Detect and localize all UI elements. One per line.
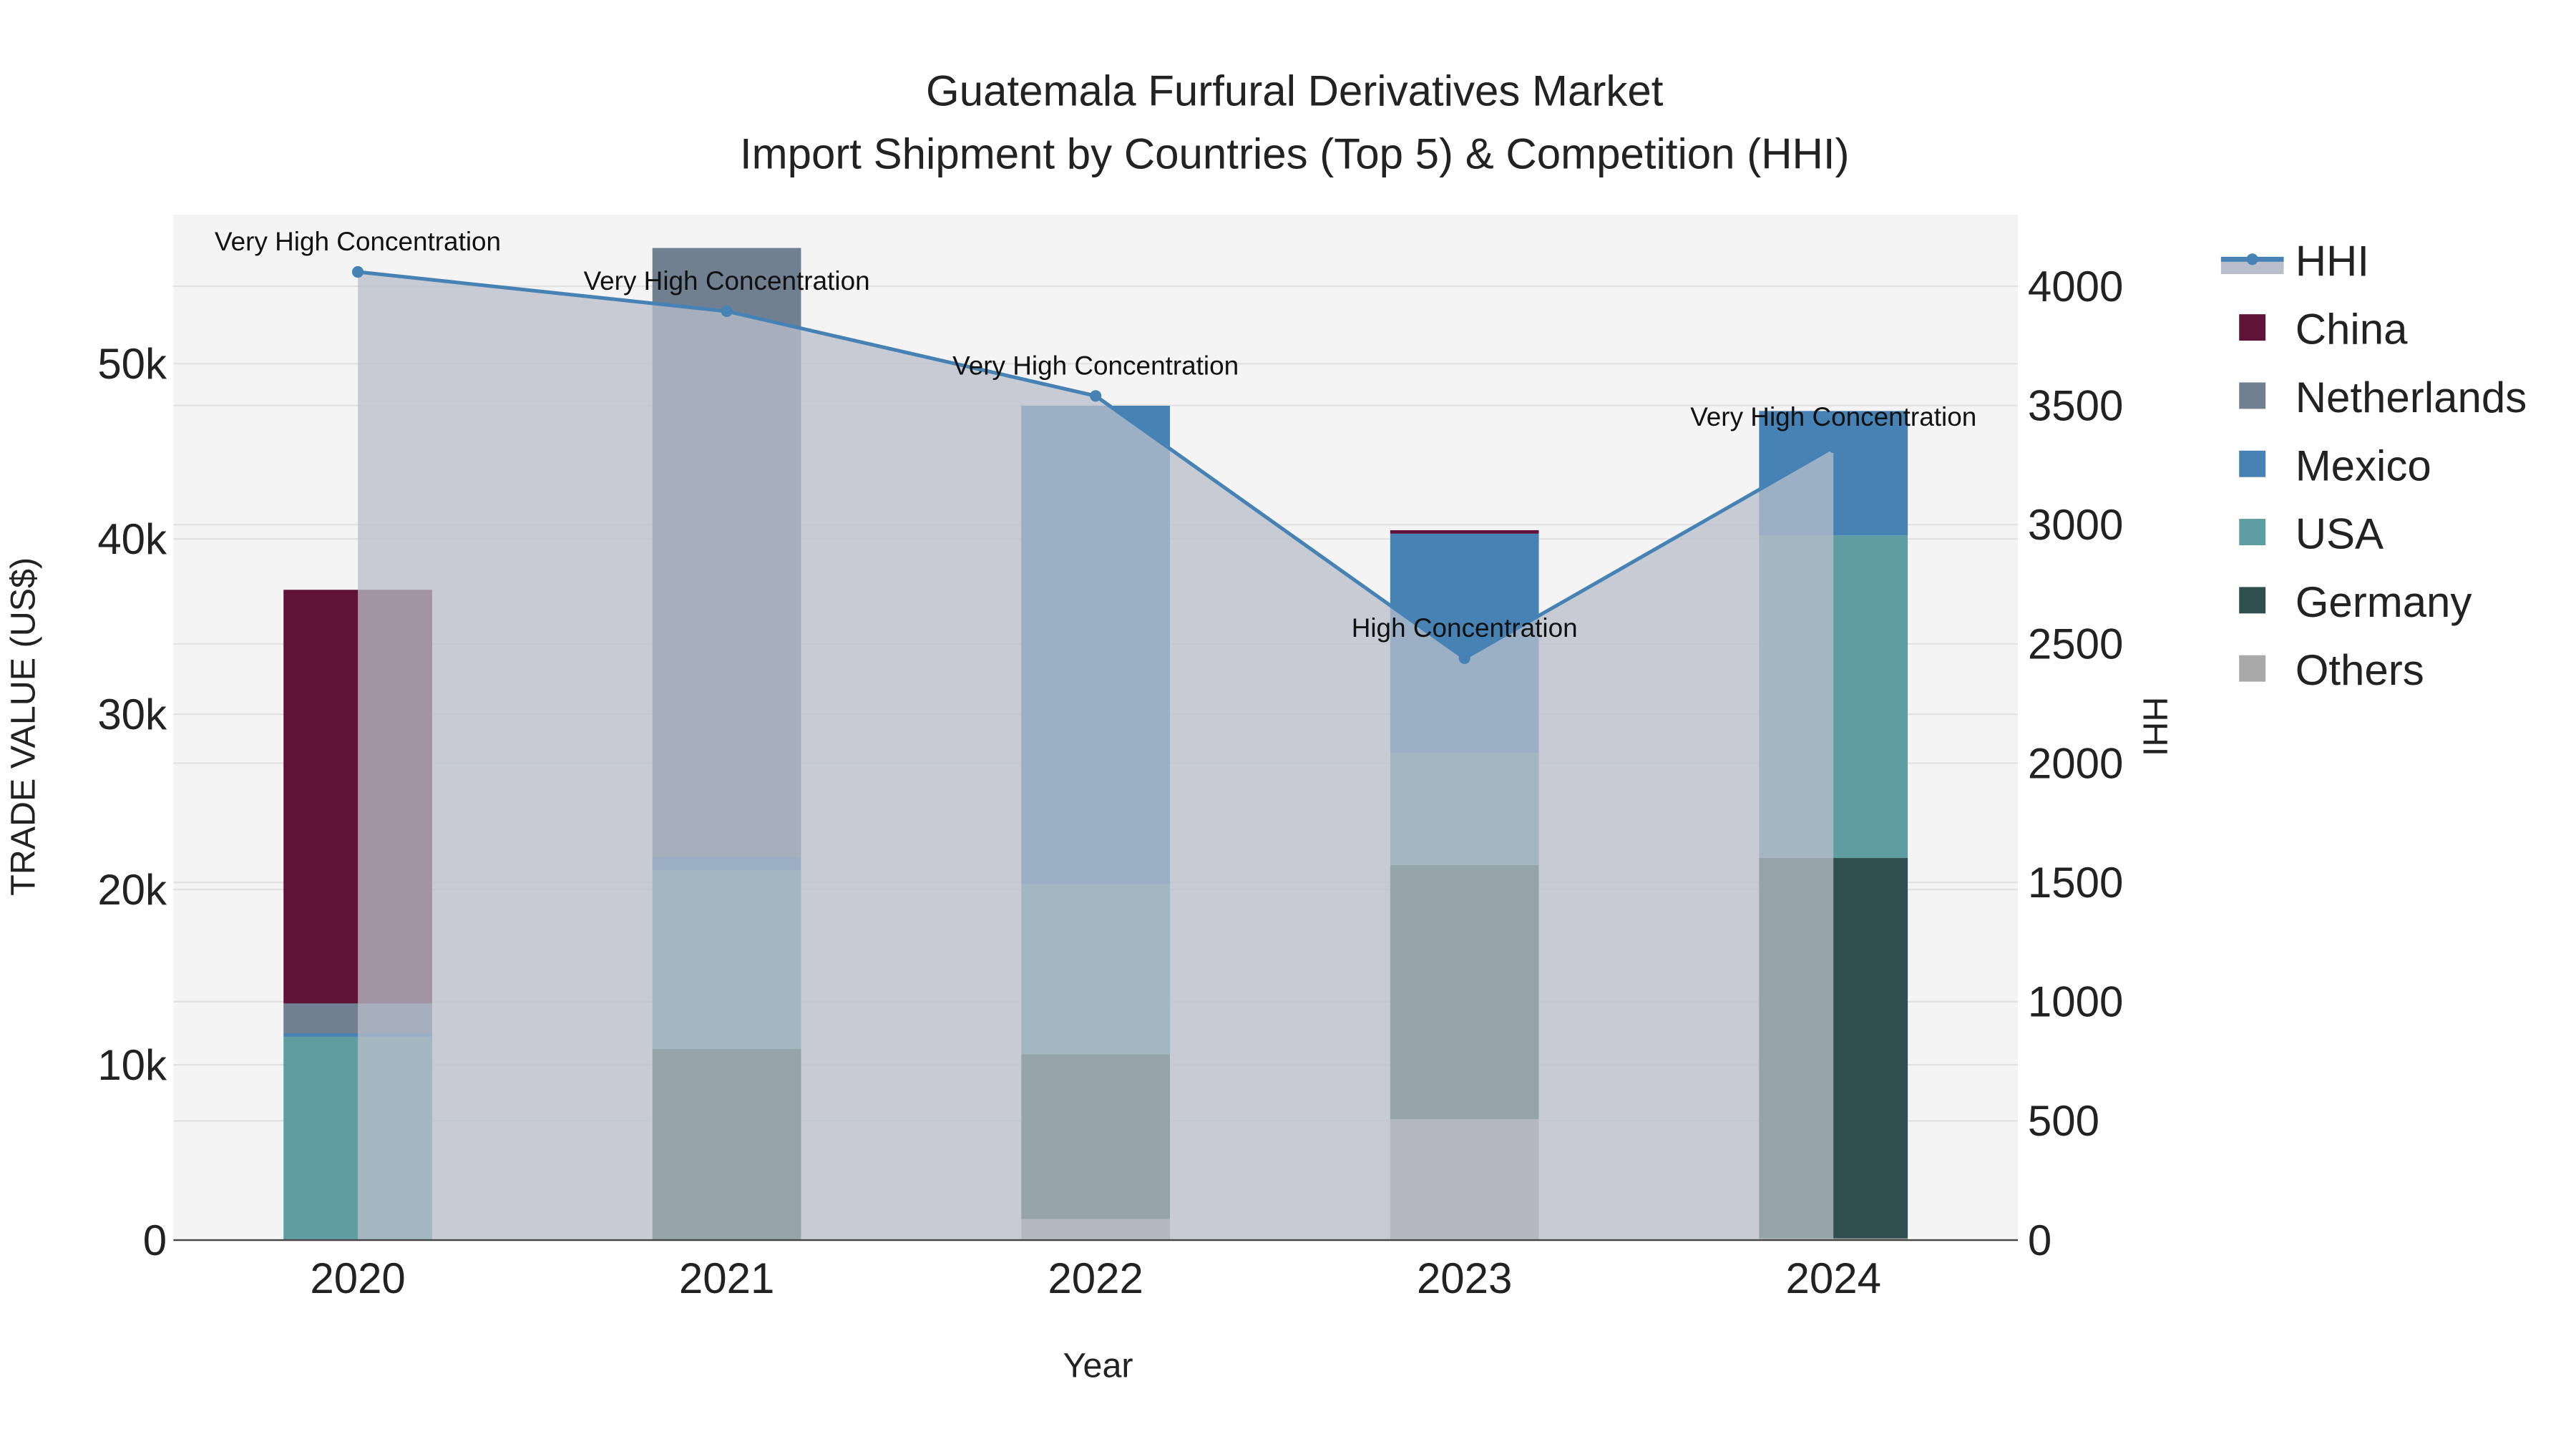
y2-axis-ticks: 0 500 1000 1500 2000 2500 3000 3500 4000: [2028, 263, 2123, 1264]
chart: 0 10k 20k 30k 40k 50k 0 500 1000 1500 2000 2500 300…: [4, 67, 2527, 1385]
legend-item-hhi: HHI: [2220, 237, 2369, 285]
y-tick-label: 50k: [97, 340, 167, 388]
x-tick-label: 2021: [679, 1254, 774, 1302]
x-tick-label: 2020: [310, 1254, 405, 1302]
y2-tick-label: 0: [2028, 1216, 2051, 1264]
legend-item-netherlands: Netherlands: [2239, 374, 2527, 421]
chart-title: Guatemala Furfural Derivatives Market: [926, 67, 1664, 115]
legend-swatch: [2239, 450, 2266, 477]
legend-label: USA: [2296, 510, 2384, 558]
legend-label: China: [2296, 306, 2408, 353]
y-tick-label: 0: [143, 1216, 167, 1264]
legend-item-china: China: [2239, 306, 2408, 353]
legend-marker: [2246, 253, 2258, 265]
hhi-point-2023: [1458, 652, 1470, 664]
legend-swatch: [2239, 655, 2266, 682]
y2-tick-label: 3000: [2028, 501, 2123, 549]
x-tick-label: 2022: [1048, 1254, 1143, 1302]
x-axis-ticks: 2020 2021 2022 2023 2024: [310, 1254, 1881, 1302]
legend-item-germany: Germany: [2239, 578, 2472, 626]
hhi-annotation: High Concentration: [1352, 613, 1578, 643]
y-tick-label: 30k: [97, 691, 167, 738]
legend-label: HHI: [2296, 237, 2369, 285]
y-tick-label: 10k: [97, 1041, 167, 1089]
hhi-annotation: Very High Concentration: [952, 351, 1239, 380]
y2-tick-label: 3500: [2028, 381, 2123, 429]
legend-label: Mexico: [2296, 441, 2431, 489]
y2-tick-label: 2500: [2028, 620, 2123, 668]
legend-item-mexico: Mexico: [2239, 441, 2431, 489]
legend-swatch: [2239, 587, 2266, 614]
y2-tick-label: 1000: [2028, 978, 2123, 1026]
y-axis-ticks: 0 10k 20k 30k 40k 50k: [97, 340, 167, 1264]
x-tick-label: 2024: [1785, 1254, 1880, 1302]
bar-china-2023: [1390, 530, 1539, 534]
y2-tick-label: 1500: [2028, 859, 2123, 907]
hhi-annotation: Very High Concentration: [1690, 402, 1976, 431]
y2-tick-label: 500: [2028, 1097, 2099, 1145]
y2-tick-label: 2000: [2028, 739, 2123, 787]
legend-label: Netherlands: [2296, 374, 2527, 421]
hhi-point-2022: [1090, 390, 1102, 402]
hhi-annotation: Very High Concentration: [584, 266, 870, 296]
hhi-point-2021: [721, 305, 733, 318]
legend-label: Germany: [2296, 578, 2472, 626]
y-axis-title: TRADE VALUE (US$): [4, 557, 42, 896]
legend-swatch: [2239, 519, 2266, 545]
x-axis-title: Year: [1063, 1347, 1133, 1385]
y2-axis-title: HHI: [2135, 697, 2174, 756]
y2-tick-label: 4000: [2028, 263, 2123, 311]
x-tick-label: 2023: [1417, 1254, 1512, 1302]
y-tick-label: 40k: [97, 515, 167, 563]
hhi-point-2020: [352, 265, 364, 278]
chart-subtitle: Import Shipment by Countries (Top 5) & C…: [740, 130, 1850, 177]
legend-label: Others: [2296, 646, 2424, 694]
legend: HHI China Netherlands Mexico USA Germany Other…: [2220, 237, 2527, 694]
hhi-point-2024: [1828, 441, 1840, 454]
legend-item-usa: USA: [2239, 510, 2384, 558]
legend-item-others: Others: [2239, 646, 2424, 694]
hhi-annotation: Very High Concentration: [215, 227, 501, 256]
legend-swatch: [2239, 382, 2266, 409]
y-tick-label: 20k: [97, 866, 167, 914]
legend-swatch: [2239, 314, 2266, 341]
